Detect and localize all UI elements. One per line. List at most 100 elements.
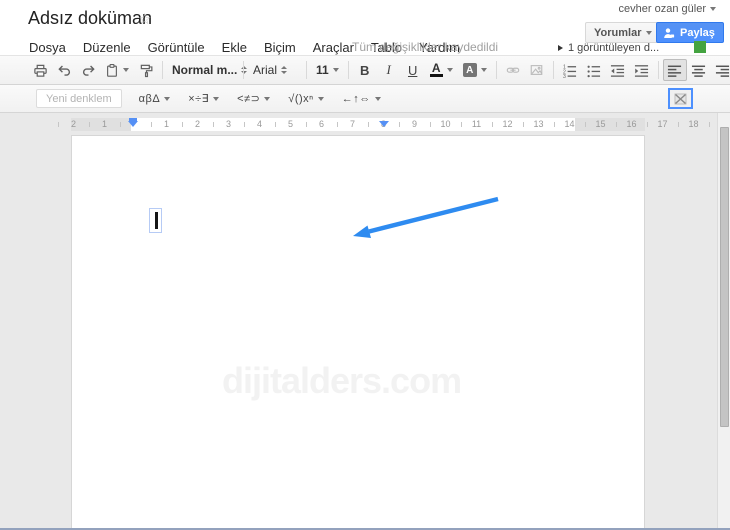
bulleted-list-button[interactable]: [582, 59, 606, 81]
redo-icon: [82, 65, 95, 76]
close-x-icon: [674, 93, 687, 104]
paint-roller-icon: [140, 64, 152, 77]
ruler-number: 4: [243, 118, 275, 131]
equation-symbol-dropdown[interactable]: ×÷∃: [183, 89, 224, 109]
chevron-down-icon: [164, 96, 171, 101]
text-cursor: [155, 212, 158, 229]
highlight-color-icon: A: [462, 63, 477, 77]
equation-toolbar: Yeni denklem αβΔ ×÷∃ <≠⊃ √()xⁿ ←↑⇔: [0, 85, 730, 113]
italic-button[interactable]: I: [377, 59, 401, 81]
ruler-number: 16: [615, 118, 647, 131]
ruler-number: 14: [553, 118, 585, 131]
align-right-icon: [716, 65, 730, 77]
align-left-icon: [668, 65, 682, 77]
link-icon: [506, 67, 519, 73]
increase-indent-button[interactable]: [630, 59, 654, 81]
right-indent-marker[interactable]: [379, 121, 389, 127]
image-icon: [530, 65, 543, 75]
font-dropdown[interactable]: Arial: [248, 59, 302, 81]
equation-symbol-dropdown[interactable]: <≠⊃: [232, 89, 275, 109]
bulleted-list-icon: [587, 65, 601, 77]
chevron-down-icon: [213, 96, 220, 101]
watermark-text: dijitalders.com: [222, 360, 462, 401]
document-page[interactable]: dijitalders.com: [71, 135, 645, 530]
italic-icon: I: [386, 62, 391, 77]
ruler-numbers: 2112345678910111213141516171819: [57, 118, 730, 131]
ruler-number: 15: [584, 118, 616, 131]
star-icon[interactable]: ☆: [138, 10, 151, 28]
increase-indent-icon: [635, 64, 649, 77]
ruler-number: 3: [212, 118, 244, 131]
insert-image-button[interactable]: [525, 59, 549, 81]
equation-symbol-dropdown[interactable]: √()xⁿ: [283, 89, 328, 109]
updown-icon: [281, 66, 288, 74]
header: Adsız doküman ☆ cevher ozan güler Yoruml…: [0, 0, 730, 55]
document-title[interactable]: Adsız doküman: [28, 8, 152, 29]
equation-placeholder-box[interactable]: [149, 208, 162, 233]
print-icon: [33, 64, 47, 77]
chevron-down-icon: [446, 68, 453, 72]
equation-symbol-groups: αβΔ ×÷∃ <≠⊃ √()xⁿ ←↑⇔: [134, 89, 386, 109]
separator: [657, 61, 659, 79]
insert-link-button[interactable]: [501, 59, 525, 81]
scrollbar-thumb[interactable]: [720, 127, 729, 427]
comments-button[interactable]: Yorumlar: [585, 22, 662, 43]
separator: [552, 61, 554, 79]
numbered-list-button[interactable]: 123: [558, 59, 582, 81]
ruler-number: 17: [646, 118, 678, 131]
align-center-button[interactable]: [687, 59, 711, 81]
left-indent-marker[interactable]: [128, 118, 138, 127]
ruler-number: 7: [336, 118, 368, 131]
underline-icon: U: [407, 62, 418, 78]
vertical-scrollbar[interactable]: [717, 113, 730, 530]
chevron-down-icon: [264, 96, 271, 101]
svg-text:3: 3: [563, 74, 566, 78]
align-center-icon: [692, 65, 706, 77]
close-equation-toolbar-button[interactable]: [668, 88, 693, 109]
undo-button[interactable]: [52, 59, 76, 81]
ruler-number: 13: [522, 118, 554, 131]
text-color-button[interactable]: A: [425, 59, 458, 81]
separator: [495, 61, 497, 79]
align-right-button[interactable]: [711, 59, 730, 81]
highlight-color-button[interactable]: A: [458, 59, 492, 81]
expand-triangle-icon: [558, 45, 563, 51]
equation-symbol-dropdown[interactable]: ←↑⇔: [337, 89, 386, 109]
viewers-toggle[interactable]: 1 görüntüleyen d...: [558, 42, 659, 54]
paint-format-button[interactable]: [134, 59, 158, 81]
bold-button[interactable]: B: [353, 59, 377, 81]
decrease-indent-icon: [611, 64, 625, 77]
ruler-number: 10: [429, 118, 461, 131]
undo-icon: [57, 65, 70, 76]
ruler-number: 1: [88, 118, 120, 131]
chevron-down-icon: [710, 7, 716, 11]
redo-button[interactable]: [76, 59, 100, 81]
separator: [162, 61, 163, 79]
user-account-menu[interactable]: cevher ozan güler: [619, 3, 716, 15]
styles-dropdown[interactable]: Normal m...: [167, 59, 248, 81]
separator: [243, 61, 244, 79]
ruler[interactable]: 2112345678910111213141516171819: [57, 118, 730, 131]
ruler-number: 2: [181, 118, 213, 131]
chevron-down-icon: [123, 68, 129, 72]
chevron-down-icon: [317, 96, 324, 101]
font-size-dropdown[interactable]: 11: [311, 59, 344, 81]
share-button[interactable]: Paylaş: [656, 22, 724, 43]
numbered-list-icon: 123: [563, 64, 577, 78]
ruler-number: 9: [398, 118, 430, 131]
decrease-indent-button[interactable]: [606, 59, 630, 81]
ruler-number: 1: [150, 118, 182, 131]
text-color-icon: A: [429, 62, 443, 77]
equation-symbol-dropdown[interactable]: αβΔ: [134, 89, 176, 109]
new-equation-button[interactable]: Yeni denklem: [36, 89, 122, 108]
ruler-number: 12: [491, 118, 523, 131]
web-clipboard-button[interactable]: [100, 59, 134, 81]
user-name: cevher ozan güler: [618, 3, 706, 15]
ruler-number: 11: [460, 118, 492, 131]
underline-button[interactable]: U: [401, 59, 425, 81]
align-left-button[interactable]: [662, 59, 687, 81]
chevron-down-icon: [332, 68, 339, 72]
print-button[interactable]: [28, 59, 52, 81]
separator: [347, 61, 349, 79]
chevron-down-icon: [480, 68, 487, 72]
